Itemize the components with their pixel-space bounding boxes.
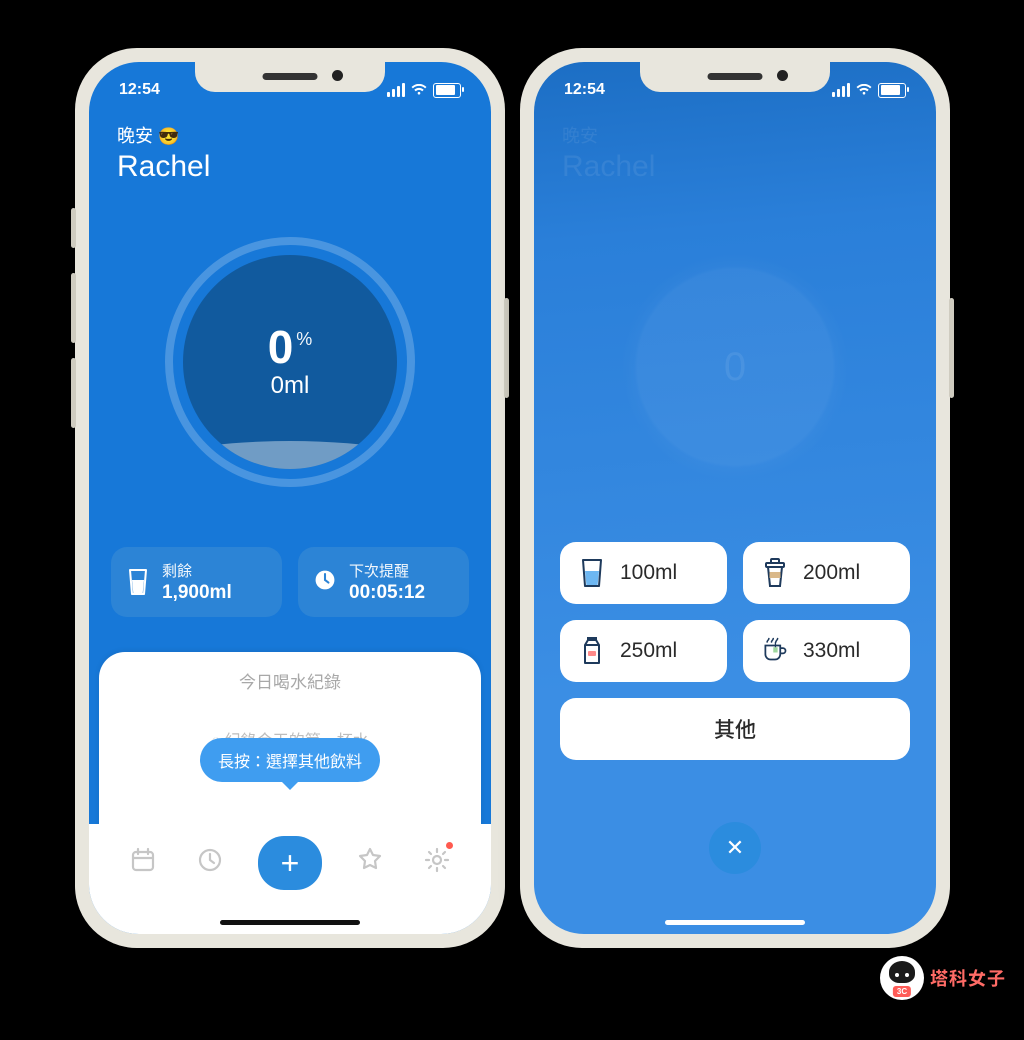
option-label: 250ml (620, 639, 677, 663)
power-button (949, 298, 954, 398)
percent-symbol: % (296, 330, 312, 348)
option-label: 其他 (714, 714, 756, 744)
tab-bar: + (89, 824, 491, 934)
greeting: 晚安 😎 Rachel (117, 122, 210, 184)
option-250ml[interactable]: 250ml (560, 620, 727, 682)
wifi-icon (856, 84, 872, 96)
watermark: 塔科女子 (880, 956, 1006, 1000)
remaining-value: 1,900ml (162, 582, 232, 604)
option-label: 100ml (620, 561, 677, 585)
wifi-icon (411, 84, 427, 96)
reminder-label: 下次提醒 (349, 560, 425, 581)
glass-icon (578, 557, 606, 589)
log-title: 今日喝水紀錄 (99, 652, 481, 693)
greeting-faint: 晚安 Rachel (562, 122, 655, 184)
phone-left: 12:54 晚安 😎 Rachel 0% 0ml (75, 48, 505, 948)
remaining-card[interactable]: 剩餘 1,900ml (111, 547, 282, 617)
dial-core: 0% 0ml (183, 255, 397, 469)
option-label: 200ml (803, 561, 860, 585)
remaining-label: 剩餘 (162, 560, 232, 581)
status-time: 12:54 (119, 81, 160, 99)
option-200ml[interactable]: 200ml (743, 542, 910, 604)
status-time: 12:54 (564, 81, 605, 99)
reminder-card[interactable]: 下次提醒 00:05:12 (298, 547, 469, 617)
option-100ml[interactable]: 100ml (560, 542, 727, 604)
screen-picker: 12:54 晚安 Rachel 0 100ml (534, 62, 936, 934)
dial-faint: 0 (620, 252, 850, 482)
mute-switch (71, 208, 76, 248)
cellular-icon (387, 83, 405, 97)
screen-home: 12:54 晚安 😎 Rachel 0% 0ml (89, 62, 491, 934)
option-330ml[interactable]: 330ml (743, 620, 910, 682)
progress-amount: 0ml (271, 372, 310, 400)
tab-awards[interactable] (350, 840, 390, 880)
add-button[interactable]: + (258, 836, 322, 890)
notch (640, 62, 830, 92)
battery-icon (878, 83, 906, 98)
close-button[interactable]: ✕ (709, 822, 761, 874)
tab-history[interactable] (190, 840, 230, 880)
togo-cup-icon (761, 557, 789, 589)
tab-calendar[interactable] (123, 840, 163, 880)
longpress-tooltip: 長按：選擇其他飲料 (200, 738, 380, 782)
home-indicator[interactable] (665, 920, 805, 925)
progress-percent: 0 (268, 324, 294, 370)
drink-picker: 100ml 200ml 250ml 330ml (560, 542, 910, 776)
battery-icon (433, 83, 461, 98)
phone-right: 12:54 晚安 Rachel 0 100ml (520, 48, 950, 948)
reminder-value: 00:05:12 (349, 582, 425, 604)
milk-carton-icon (578, 635, 606, 667)
power-button (504, 298, 509, 398)
progress-dial[interactable]: 0% 0ml (165, 237, 415, 487)
clock-icon (313, 568, 337, 596)
notch (195, 62, 385, 92)
user-name: Rachel (117, 150, 210, 184)
tab-settings[interactable] (417, 840, 457, 880)
home-indicator[interactable] (220, 920, 360, 925)
volume-down (71, 358, 76, 428)
option-label: 330ml (803, 639, 860, 663)
cellular-icon (832, 83, 850, 97)
volume-up (71, 273, 76, 343)
tea-mug-icon (761, 635, 789, 667)
watermark-text: 塔科女子 (930, 965, 1006, 991)
close-icon: ✕ (726, 835, 744, 861)
emoji-icon: 😎 (158, 127, 179, 146)
water-wave (183, 441, 397, 469)
option-other[interactable]: 其他 (560, 698, 910, 760)
greeting-text: 晚安 (117, 126, 153, 146)
glass-icon (126, 568, 150, 596)
notification-dot (446, 842, 453, 849)
avatar-icon (880, 956, 924, 1000)
